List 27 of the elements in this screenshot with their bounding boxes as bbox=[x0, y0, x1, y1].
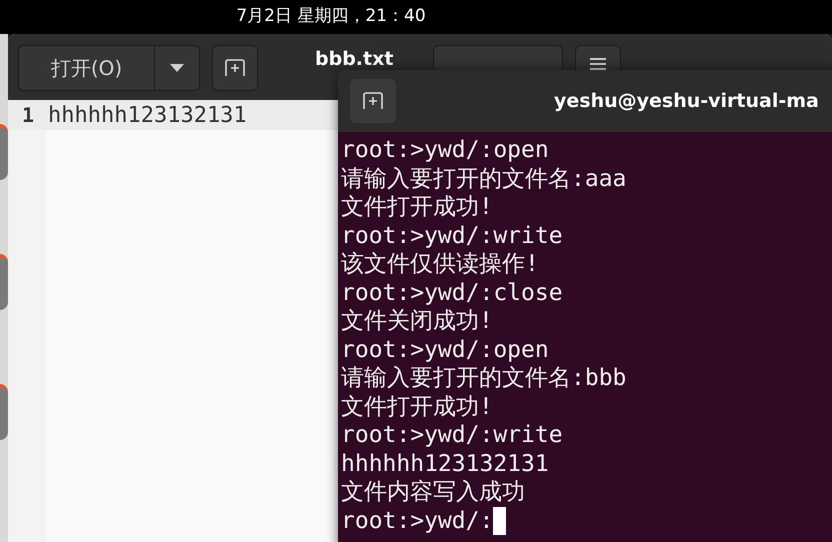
terminal-output-line: 文件打开成功! bbox=[341, 193, 493, 222]
terminal-output-line: root:>ywd/:close bbox=[341, 278, 563, 307]
editor-title: bbb.txt bbox=[315, 47, 394, 72]
new-tab-button[interactable] bbox=[350, 79, 396, 123]
new-tab-icon bbox=[224, 59, 246, 77]
terminal-output-line: 该文件仅供读操作! bbox=[341, 250, 539, 278]
terminal-output-line: root:>ywd/:write bbox=[341, 222, 563, 250]
terminal-output-line: root:>ywd/:open bbox=[341, 136, 549, 164]
menu-button[interactable] bbox=[575, 45, 622, 70]
new-document-button[interactable] bbox=[212, 45, 258, 91]
terminal-output-line: 文件打开成功! bbox=[341, 392, 493, 421]
terminal-output-line: root:>ywd/:open bbox=[341, 336, 549, 364]
terminal-output-line: root:>ywd/:write bbox=[341, 421, 563, 450]
terminal-prompt: root:>ywd/: bbox=[341, 506, 494, 535]
terminal-output-line: 请输入要打开的文件名:aaa bbox=[341, 164, 626, 193]
terminal-output-line: 文件内容写入成功 bbox=[341, 478, 525, 506]
terminal-output-line: 文件关闭成功! bbox=[341, 307, 493, 336]
editor-line[interactable]: hhhhhh123132131 bbox=[48, 98, 247, 132]
terminal-output-line: 请输入要打开的文件名:bbb bbox=[341, 364, 626, 392]
terminal-title: yeshu@yeshu-virtual-ma bbox=[554, 88, 819, 114]
line-number: 1 bbox=[21, 102, 36, 129]
terminal-cursor bbox=[493, 506, 506, 535]
clock[interactable]: 7月2日 星期四，21：40 bbox=[236, 4, 426, 30]
terminal-output-line: hhhhhh123132131 bbox=[341, 450, 549, 478]
menu-icon bbox=[590, 58, 606, 70]
new-tab-icon bbox=[362, 92, 384, 110]
dropdown-caret-icon bbox=[170, 64, 184, 72]
